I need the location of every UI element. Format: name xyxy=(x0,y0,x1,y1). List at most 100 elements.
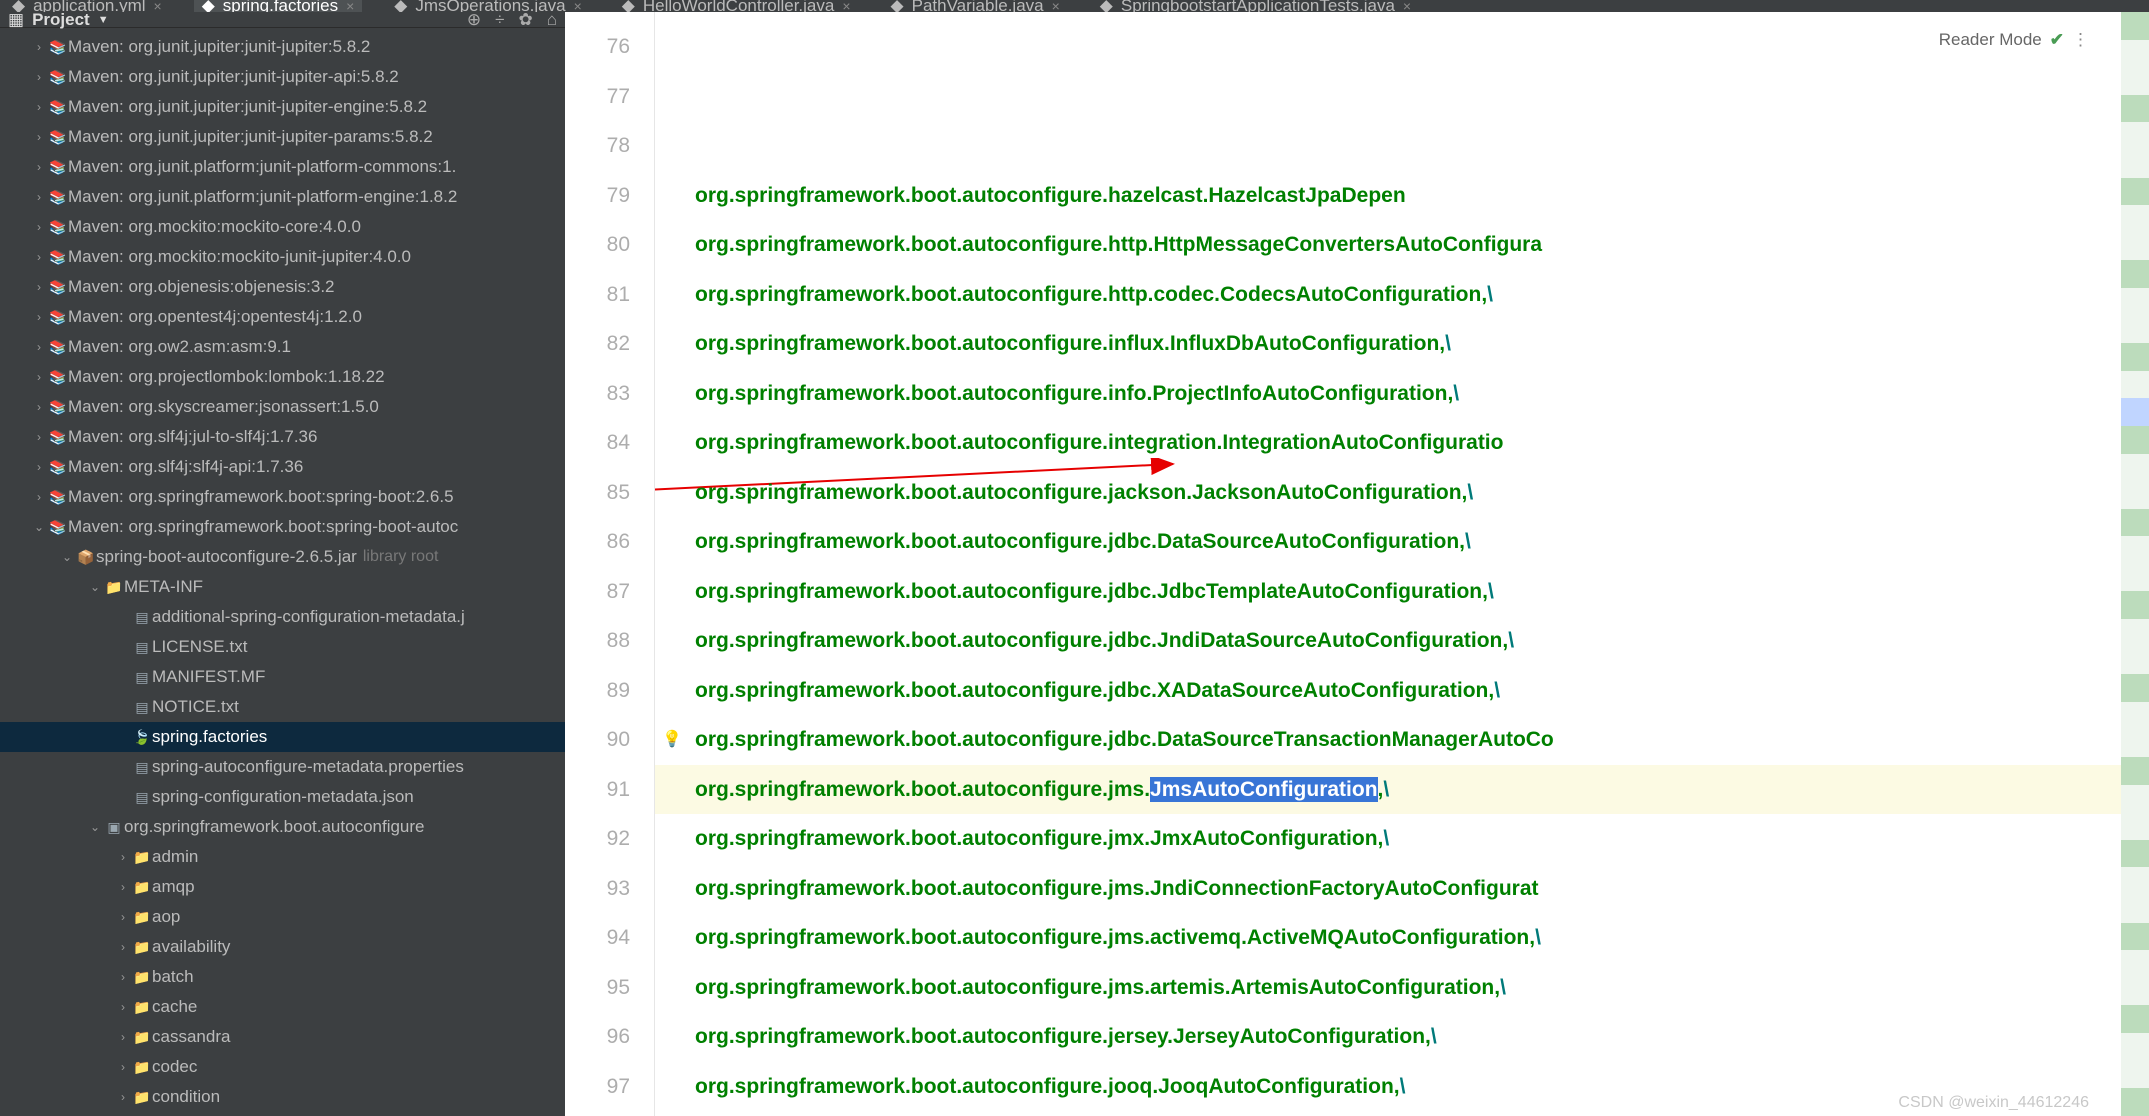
tree-row[interactable]: ›📁codec xyxy=(0,1052,565,1082)
chevron-icon[interactable]: › xyxy=(30,100,48,114)
tree-row[interactable]: ›📚Maven: org.junit.jupiter:junit-jupiter… xyxy=(0,92,565,122)
chevron-icon[interactable]: › xyxy=(30,130,48,144)
tree-row[interactable]: ›📚Maven: org.objenesis:objenesis:3.2 xyxy=(0,272,565,302)
close-icon[interactable]: × xyxy=(842,0,850,12)
close-icon[interactable]: × xyxy=(1403,0,1411,12)
tree-row[interactable]: ⌄📦spring-boot-autoconfigure-2.6.5.jarlib… xyxy=(0,542,565,572)
code-line[interactable]: org.springframework.boot.autoconfigure.j… xyxy=(695,468,2121,518)
chevron-icon[interactable]: › xyxy=(30,340,48,354)
chevron-icon[interactable]: › xyxy=(30,310,48,324)
toolbar-icon[interactable]: ⊕ xyxy=(467,10,481,30)
tree-row[interactable]: ›📁cassandra xyxy=(0,1022,565,1052)
chevron-icon[interactable]: › xyxy=(30,250,48,264)
tree-row[interactable]: ›📁availability xyxy=(0,932,565,962)
tree-row[interactable]: ›📚Maven: org.junit.jupiter:junit-jupiter… xyxy=(0,32,565,62)
kebab-icon[interactable]: ⋮ xyxy=(2072,30,2089,50)
code-line[interactable]: org.springframework.boot.autoconfigure.i… xyxy=(695,418,2121,468)
editor-tab[interactable]: ◆PathVariable.java× xyxy=(883,0,1068,12)
chevron-icon[interactable]: › xyxy=(114,1000,132,1014)
chevron-icon[interactable]: › xyxy=(114,910,132,924)
chevron-icon[interactable]: › xyxy=(114,880,132,894)
toolbar-icon[interactable]: ✿ xyxy=(518,10,532,30)
intention-bulb-icon[interactable]: 💡 xyxy=(662,715,682,765)
code-line[interactable]: org.springframework.boot.autoconfigure.j… xyxy=(695,517,2121,567)
tree-row[interactable]: ▤additional-spring-configuration-metadat… xyxy=(0,602,565,632)
code-line[interactable]: org.springframework.boot.autoconfigure.j… xyxy=(695,864,2121,914)
tree-row[interactable]: ⌄▣org.springframework.boot.autoconfigure xyxy=(0,812,565,842)
toolbar-icon[interactable]: ⌂ xyxy=(547,10,557,30)
code-line[interactable]: org.springframework.boot.autoconfigure.j… xyxy=(695,616,2121,666)
chevron-icon[interactable]: › xyxy=(30,430,48,444)
code-line[interactable]: org.springframework.boot.autoconfigure.i… xyxy=(695,319,2121,369)
dropdown-icon[interactable]: ▼ xyxy=(98,14,109,26)
editor-tab[interactable]: ◆HelloWorldController.java× xyxy=(614,0,859,12)
tree-row[interactable]: ›📁aop xyxy=(0,902,565,932)
reader-mode-badge[interactable]: Reader Mode ✔ ⋮ xyxy=(1939,30,2089,50)
code-area[interactable]: org.springframework.boot.autoconfigure.h… xyxy=(655,12,2121,1116)
tree-row[interactable]: ›📚Maven: org.slf4j:slf4j-api:1.7.36 xyxy=(0,452,565,482)
tree-row[interactable]: ›📚Maven: org.junit.jupiter:junit-jupiter… xyxy=(0,122,565,152)
close-icon[interactable]: × xyxy=(346,0,354,12)
minimap-scrollbar[interactable] xyxy=(2121,12,2149,1116)
chevron-icon[interactable]: › xyxy=(30,280,48,294)
tree-row[interactable]: ›📚Maven: org.springframework.boot:spring… xyxy=(0,482,565,512)
chevron-icon[interactable]: › xyxy=(30,490,48,504)
editor-tab[interactable]: ◆SpringbootstartApplicationTests.java× xyxy=(1092,0,1419,12)
chevron-icon[interactable]: ⌄ xyxy=(86,580,104,594)
tree-row[interactable]: ›📚Maven: org.ow2.asm:asm:9.1 xyxy=(0,332,565,362)
code-line[interactable]: org.springframework.boot.autoconfigure.j… xyxy=(695,963,2121,1013)
chevron-icon[interactable]: › xyxy=(30,190,48,204)
tree-row[interactable]: ›📁condition xyxy=(0,1082,565,1112)
code-line[interactable]: org.springframework.boot.autoconfigure.j… xyxy=(695,913,2121,963)
chevron-icon[interactable]: › xyxy=(114,970,132,984)
tree-row[interactable]: ▤spring-autoconfigure-metadata.propertie… xyxy=(0,752,565,782)
close-icon[interactable]: × xyxy=(154,0,162,12)
code-line[interactable]: org.springframework.boot.autoconfigure.j… xyxy=(695,567,2121,617)
chevron-icon[interactable]: › xyxy=(30,220,48,234)
tree-row[interactable]: ▤spring-configuration-metadata.json xyxy=(0,782,565,812)
code-line[interactable]: org.springframework.boot.autoconfigure.i… xyxy=(695,369,2121,419)
tree-row[interactable]: ⌄📁META-INF xyxy=(0,572,565,602)
tree-row[interactable]: ›📁cache xyxy=(0,992,565,1022)
tree-row[interactable]: ›📚Maven: org.skyscreamer:jsonassert:1.5.… xyxy=(0,392,565,422)
tree-row[interactable]: ›📚Maven: org.mockito:mockito-core:4.0.0 xyxy=(0,212,565,242)
tree-row[interactable]: ▤NOTICE.txt xyxy=(0,692,565,722)
toolbar-icon[interactable]: ÷ xyxy=(495,10,504,30)
tree-row[interactable]: ›📚Maven: org.junit.platform:junit-platfo… xyxy=(0,182,565,212)
chevron-icon[interactable]: › xyxy=(114,850,132,864)
chevron-icon[interactable]: › xyxy=(30,160,48,174)
tree-row[interactable]: ›📚Maven: org.junit.jupiter:junit-jupiter… xyxy=(0,62,565,92)
tree-row[interactable]: 🍃spring.factories xyxy=(0,722,565,752)
code-line[interactable]: org.springframework.boot.autoconfigure.j… xyxy=(695,666,2121,716)
chevron-icon[interactable]: › xyxy=(30,40,48,54)
chevron-icon[interactable]: › xyxy=(30,400,48,414)
project-tree[interactable]: ›📚Maven: org.junit.jupiter:junit-jupiter… xyxy=(0,28,565,1116)
chevron-icon[interactable]: › xyxy=(30,370,48,384)
code-line[interactable]: 💡org.springframework.boot.autoconfigure.… xyxy=(695,715,2121,765)
tree-row[interactable]: ›📚Maven: org.junit.platform:junit-platfo… xyxy=(0,152,565,182)
tree-row[interactable]: ▤MANIFEST.MF xyxy=(0,662,565,692)
close-icon[interactable]: × xyxy=(574,0,582,12)
tree-row[interactable]: ›📁context xyxy=(0,1112,565,1116)
code-line[interactable]: org.springframework.boot.autoconfigure.h… xyxy=(695,220,2121,270)
code-line[interactable]: org.springframework.boot.autoconfigure.h… xyxy=(695,270,2121,320)
tree-row[interactable]: ›📁batch xyxy=(0,962,565,992)
tree-row[interactable]: ›📚Maven: org.mockito:mockito-junit-jupit… xyxy=(0,242,565,272)
chevron-icon[interactable]: ⌄ xyxy=(86,820,104,834)
tree-row[interactable]: ›📚Maven: org.opentest4j:opentest4j:1.2.0 xyxy=(0,302,565,332)
code-line[interactable]: org.springframework.boot.autoconfigure.j… xyxy=(655,765,2121,815)
chevron-icon[interactable]: › xyxy=(114,940,132,954)
tree-row[interactable]: ›📁amqp xyxy=(0,872,565,902)
editor-tab[interactable]: ◆spring.factories× xyxy=(194,0,363,12)
chevron-icon[interactable]: › xyxy=(30,460,48,474)
chevron-icon[interactable]: › xyxy=(30,70,48,84)
chevron-icon[interactable]: ⌄ xyxy=(58,550,76,564)
code-line[interactable]: org.springframework.boot.autoconfigure.h… xyxy=(695,171,2121,221)
tree-row[interactable]: ›📁admin xyxy=(0,842,565,872)
chevron-icon[interactable]: › xyxy=(114,1090,132,1104)
chevron-icon[interactable]: › xyxy=(114,1030,132,1044)
code-line[interactable]: org.springframework.boot.autoconfigure.j… xyxy=(695,1012,2121,1062)
code-line[interactable]: org.springframework.boot.autoconfigure.j… xyxy=(695,814,2121,864)
chevron-icon[interactable]: › xyxy=(114,1060,132,1074)
chevron-icon[interactable]: ⌄ xyxy=(30,520,48,534)
